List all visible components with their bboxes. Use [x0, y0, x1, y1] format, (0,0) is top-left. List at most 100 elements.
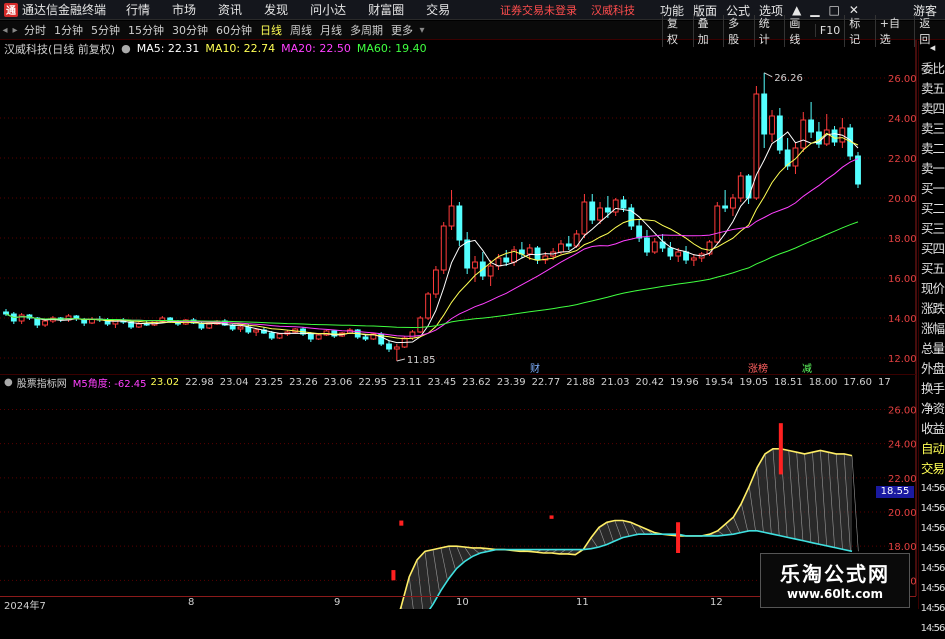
- indicator-value: 23.39: [496, 376, 526, 388]
- y-tick-label: 22.00: [888, 474, 917, 485]
- candle-body: [737, 175, 744, 199]
- candle-body: [307, 333, 314, 340]
- high-price-label: 26.26: [774, 73, 803, 84]
- indicator-value: 22.98: [185, 376, 214, 388]
- candle-body: [855, 155, 861, 185]
- sidebar-item-order-ratio[interactable]: 委比: [919, 59, 945, 79]
- marker-gain-list[interactable]: 涨榜: [748, 360, 768, 375]
- candle-body: [237, 326, 244, 330]
- marker-reduce[interactable]: 减: [802, 360, 812, 375]
- sidebar-item-change[interactable]: 涨跌: [919, 299, 945, 319]
- sidebar-item-turnover[interactable]: 换手: [919, 379, 945, 399]
- watermark-title: 乐淘公式网: [780, 562, 890, 586]
- ribbon-hatch: [851, 455, 859, 552]
- watermark-url: www.60lt.com: [786, 587, 884, 601]
- indicator-value: 23.11: [393, 376, 422, 388]
- indicator-value: 21.88: [566, 376, 595, 388]
- indicator-value: 17: [877, 376, 891, 388]
- signal-bar: [399, 520, 404, 526]
- sidebar-item-volume[interactable]: 总量: [919, 339, 945, 359]
- ma10-line: [5, 132, 859, 340]
- candle-body: [558, 243, 564, 253]
- candle-body: [417, 317, 424, 333]
- sidebar-item-auto[interactable]: 自动: [919, 439, 945, 459]
- candle-body: [276, 333, 283, 339]
- indicator-label: M5角度: -62.45: [72, 378, 147, 390]
- candle-body: [714, 205, 721, 243]
- candle-body: [3, 311, 9, 315]
- sidebar-item-trade[interactable]: 交易: [919, 459, 945, 479]
- indicator-value: 23.02: [150, 376, 180, 388]
- indicator-value-badge: 18.55: [876, 486, 914, 498]
- sidebar-item-price[interactable]: 现价: [919, 279, 945, 299]
- indicator-value: 23.25: [254, 376, 284, 388]
- candle-body: [432, 269, 439, 295]
- y-tick-label: 14.00: [888, 314, 917, 325]
- sidebar-tick-time: 14:56: [920, 603, 945, 614]
- sidebar-collapse-icon[interactable]: ◂: [930, 41, 936, 54]
- y-tick-label: 22.00: [888, 154, 917, 165]
- sidebar-item-ask2[interactable]: 卖二: [919, 139, 945, 159]
- candle-body: [745, 175, 752, 199]
- sidebar-tick-time: 14:56: [920, 623, 945, 634]
- indicator-name[interactable]: 股票指标网: [17, 375, 67, 390]
- candle-body: [409, 331, 416, 339]
- indicator-value: 18.51: [774, 376, 803, 388]
- candle-body: [526, 247, 533, 255]
- candle-body: [581, 201, 588, 235]
- sidebar-tick-time: 14:56: [920, 483, 945, 494]
- indicator-value: 23.04: [219, 376, 249, 388]
- candle-body: [800, 119, 807, 149]
- y-tick-label: 24.00: [888, 440, 917, 451]
- sidebar-item-bid5[interactable]: 买五: [919, 259, 945, 279]
- sidebar-item-change-pct[interactable]: 涨幅: [919, 319, 945, 339]
- candle-body: [667, 247, 674, 257]
- candle-body: [706, 241, 713, 255]
- indicator-value: 18.00: [808, 376, 838, 388]
- y-tick-label: 26.00: [888, 74, 917, 85]
- y-tick-label: 12.00: [888, 354, 917, 365]
- marker-finance[interactable]: 财: [530, 360, 540, 375]
- sidebar-top-controls: ◂: [919, 41, 945, 59]
- candle-body: [730, 197, 736, 209]
- sidebar-item-earnings[interactable]: 收益: [919, 419, 945, 439]
- candle-body: [565, 243, 572, 247]
- sidebar-item-bid2[interactable]: 买二: [919, 199, 945, 219]
- indicator-value: 22.77: [531, 376, 561, 388]
- candle-body: [690, 257, 697, 261]
- sidebar-item-net-assets[interactable]: 净资: [919, 399, 945, 419]
- sidebar-item-ask3[interactable]: 卖三: [919, 119, 945, 139]
- candle-body: [831, 129, 838, 143]
- candle-body: [651, 241, 658, 253]
- candle-body: [487, 265, 494, 277]
- candle-body: [808, 119, 815, 133]
- indicator-dot-icon[interactable]: ●: [4, 377, 13, 388]
- candle-body: [753, 93, 760, 199]
- candle-body: [675, 251, 682, 257]
- kline-chart-area[interactable]: 12.00 14.00 16.00 18.00 20.00 22.00 24.00 26.00…: [0, 0, 918, 609]
- sidebar-item-bid3[interactable]: 买三: [919, 219, 945, 239]
- sidebar-item-ask1[interactable]: 卖一: [919, 159, 945, 179]
- sidebar-item-ask5[interactable]: 卖五: [919, 79, 945, 99]
- sidebar-item-ask4[interactable]: 卖四: [919, 99, 945, 119]
- indicator-value: 23.26: [289, 376, 318, 388]
- candle-body: [393, 346, 400, 350]
- indicator-info-bar: ● 股票指标网 M5角度: -62.45 23.02 22.98 23.04 2…: [0, 374, 916, 389]
- watermark-logo: 乐淘公式网 www.60lt.com: [760, 553, 910, 608]
- candle-body: [503, 257, 510, 263]
- candle-body: [597, 207, 603, 221]
- candle-body: [143, 323, 150, 326]
- indicator-value: 23.62: [462, 376, 491, 388]
- sidebar-item-outer[interactable]: 外盘: [919, 359, 945, 379]
- signal-bar: [391, 570, 396, 581]
- candle-body: [42, 320, 49, 326]
- high-pointer: [763, 72, 773, 78]
- candle-body: [253, 329, 260, 333]
- indicator-value: 22.95: [358, 376, 387, 388]
- candle-body: [620, 199, 627, 209]
- sidebar-item-bid4[interactable]: 买四: [919, 239, 945, 259]
- sidebar-item-bid1[interactable]: 买一: [919, 179, 945, 199]
- candle-body: [464, 239, 471, 269]
- time-label: 10: [456, 597, 469, 608]
- y-tick-label: 20.00: [888, 194, 917, 205]
